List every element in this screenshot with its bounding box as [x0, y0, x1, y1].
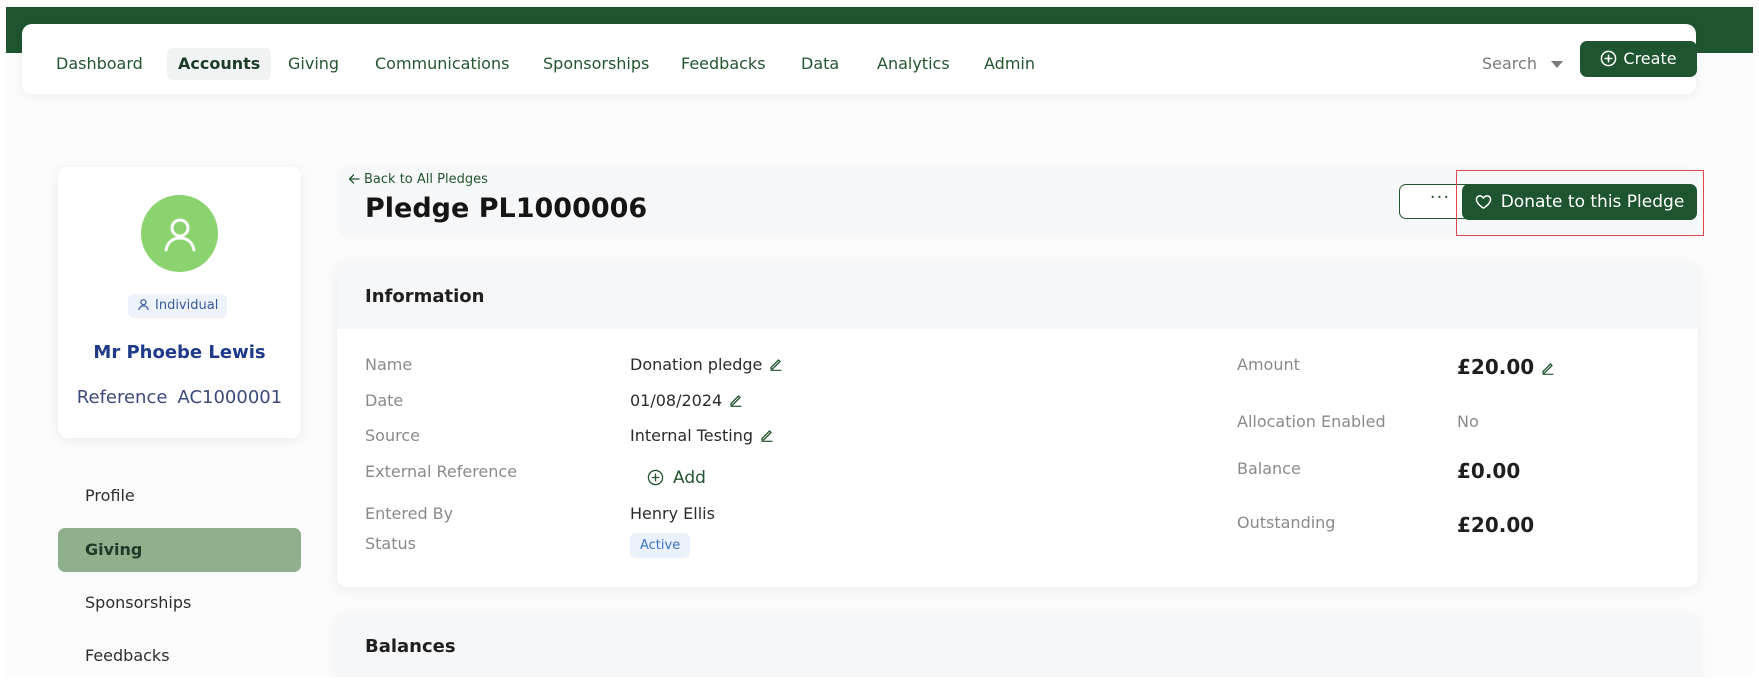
create-button[interactable]: Create: [1580, 41, 1697, 77]
nav-sponsorships[interactable]: Sponsorships: [543, 48, 649, 80]
side-nav-feedbacks[interactable]: Feedbacks: [58, 634, 301, 678]
name-label: Name: [365, 355, 413, 374]
date-value: 01/08/2024: [630, 391, 743, 410]
amount-value: £20.00: [1457, 355, 1555, 379]
source-label: Source: [365, 426, 420, 445]
profile-name: Mr Phoebe Lewis: [93, 342, 266, 363]
date-value-text: 01/08/2024: [630, 391, 723, 410]
reference-label: Reference: [76, 387, 168, 408]
nav-admin[interactable]: Admin: [984, 48, 1035, 80]
name-value-text: Donation pledge: [630, 355, 763, 374]
entered-by-value: Henry Ellis: [630, 504, 715, 523]
search-dropdown-label[interactable]: Search: [1482, 48, 1537, 80]
side-nav-profile[interactable]: Profile: [58, 474, 301, 518]
outstanding-value: £20.00: [1457, 513, 1535, 537]
nav-analytics[interactable]: Analytics: [877, 48, 950, 80]
source-value: Internal Testing: [630, 426, 774, 445]
balance-value: £0.00: [1457, 459, 1521, 483]
back-link-label: Back to All Pledges: [364, 172, 488, 187]
page-title: Pledge PL1000006: [365, 193, 648, 224]
profile-reference: Reference AC1000001: [58, 387, 301, 408]
app-frame: Dashboard Accounts Giving Communications…: [0, 0, 1759, 683]
add-label: Add: [673, 468, 706, 488]
allocation-enabled-value: No: [1457, 412, 1479, 431]
nav-giving[interactable]: Giving: [288, 48, 339, 80]
heart-icon: [1475, 195, 1492, 209]
date-label: Date: [365, 391, 404, 410]
account-type-badge: Individual: [128, 294, 228, 318]
status-label: Status: [365, 534, 416, 553]
entered-by-label: Entered By: [365, 504, 454, 523]
balances-title: Balances: [365, 636, 456, 657]
information-card-header: Information: [337, 264, 1698, 329]
create-button-label: Create: [1623, 49, 1677, 68]
balance-label: Balance: [1237, 459, 1301, 478]
pencil-icon[interactable]: [729, 393, 743, 407]
balances-card: Balances: [337, 614, 1698, 683]
status-badge: Active: [630, 533, 691, 558]
pencil-icon[interactable]: [1541, 361, 1555, 375]
nav-accounts[interactable]: Accounts: [167, 48, 272, 80]
arrow-left-icon: [348, 174, 360, 184]
amount-value-text: £20.00: [1457, 355, 1535, 379]
plus-circle-icon: [1601, 50, 1617, 67]
information-title: Information: [365, 286, 485, 307]
side-nav-sponsorships[interactable]: Sponsorships: [58, 581, 301, 625]
add-external-reference-button[interactable]: Add: [647, 468, 706, 488]
outstanding-label: Outstanding: [1237, 513, 1336, 532]
allocation-enabled-label: Allocation Enabled: [1237, 412, 1386, 431]
information-card: Information Name Donation pledge Date 01…: [337, 264, 1698, 587]
user-small-icon: [138, 299, 149, 311]
nav-dashboard[interactable]: Dashboard: [56, 48, 143, 80]
avatar: [141, 195, 218, 272]
profile-card: Individual Mr Phoebe Lewis Reference AC10…: [58, 167, 301, 438]
reference-value: AC1000001: [177, 387, 283, 408]
caret-down-icon[interactable]: [1551, 61, 1563, 68]
user-icon: [164, 218, 195, 251]
top-nav: Dashboard Accounts Giving Communications…: [22, 24, 1697, 94]
plus-circle-icon: [647, 469, 664, 486]
pencil-icon[interactable]: [760, 428, 774, 442]
account-type-label: Individual: [155, 298, 219, 313]
donate-to-pledge-button[interactable]: Donate to this Pledge: [1462, 184, 1697, 220]
nav-feedbacks[interactable]: Feedbacks: [681, 48, 766, 80]
back-to-pledges-link[interactable]: Back to All Pledges: [348, 172, 488, 187]
amount-label: Amount: [1237, 355, 1300, 374]
nav-data[interactable]: Data: [801, 48, 839, 80]
nav-communications[interactable]: Communications: [375, 48, 509, 80]
pencil-icon[interactable]: [769, 357, 783, 371]
donate-button-label: Donate to this Pledge: [1500, 192, 1685, 212]
name-value: Donation pledge: [630, 355, 783, 374]
side-nav-giving[interactable]: Giving: [58, 528, 301, 572]
source-value-text: Internal Testing: [630, 426, 753, 445]
external-reference-label: External Reference: [365, 462, 518, 481]
